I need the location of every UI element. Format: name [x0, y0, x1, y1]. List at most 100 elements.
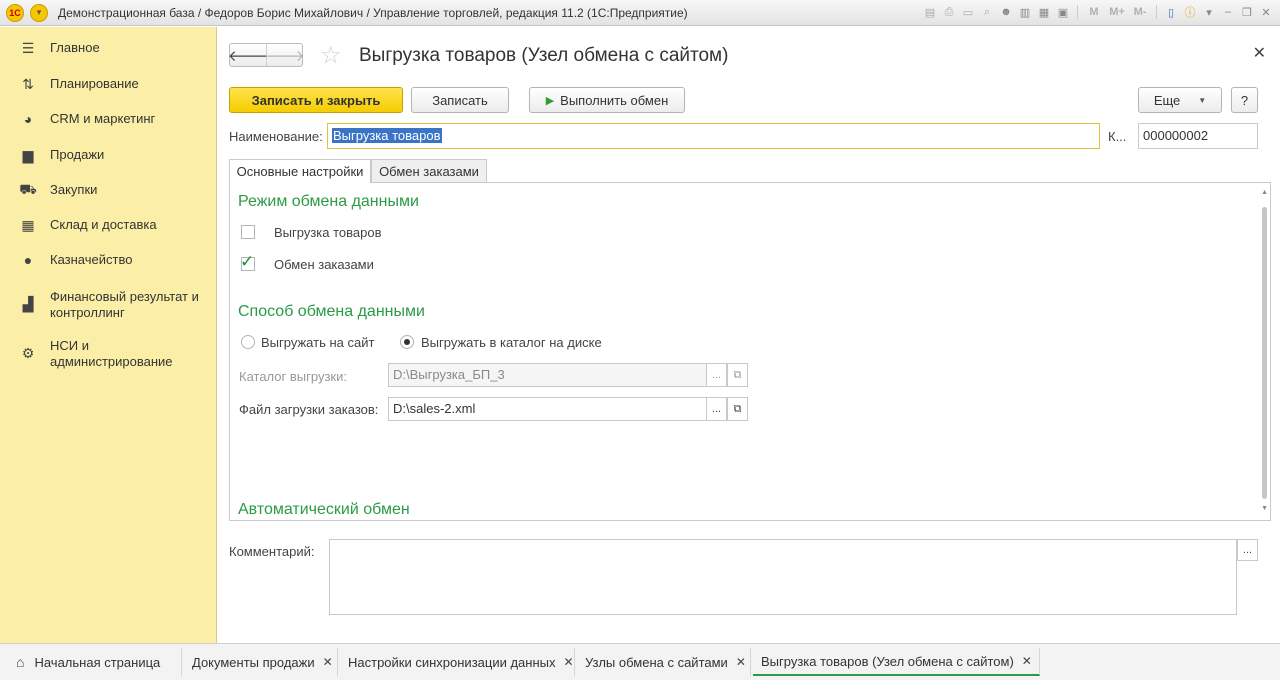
memory-plus-button[interactable]: M+	[1107, 6, 1127, 18]
sidebar-item-crm[interactable]: ◕ CRM и маркетинг	[0, 111, 217, 131]
save-icon[interactable]: ▤	[922, 4, 938, 20]
comment-edit-button[interactable]: ...	[1237, 539, 1258, 561]
ruble-icon: ●	[23, 252, 33, 268]
toolbar-divider	[1077, 5, 1078, 19]
bottom-tab-sync-settings[interactable]: Настройки синхронизации данных ✕	[338, 648, 575, 676]
sidebar-item-main[interactable]: ☰ Главное	[0, 40, 217, 60]
preview-icon[interactable]: ▭	[960, 4, 976, 20]
sidebar-item-treasury[interactable]: ● Казначейство	[0, 252, 217, 272]
memory-minus-button[interactable]: M-	[1130, 6, 1150, 18]
history-buttons: 🡐 🡒	[228, 43, 305, 67]
bottom-tab-label: Узлы обмена с сайтами	[585, 654, 728, 670]
help-button[interactable]: ?	[1231, 87, 1258, 113]
checkmark-icon: ✓	[240, 252, 255, 271]
chevron-down-icon: ▼	[1198, 95, 1207, 105]
sidebar-item-sales[interactable]: ▆ Продажи	[0, 147, 217, 167]
bottom-tab-site-nodes[interactable]: Узлы обмена с сайтами ✕	[575, 648, 751, 676]
section-exchange-method: Способ обмена данными	[238, 303, 425, 320]
name-field-value: Выгрузка товаров	[332, 128, 442, 143]
title-bar: 1C ▾ Демонстрационная база / Федоров Бор…	[0, 0, 1280, 26]
code-field[interactable]: 000000002	[1138, 123, 1258, 149]
run-exchange-button[interactable]: ▶ Выполнить обмен	[529, 87, 685, 113]
find-icon[interactable]: ⌕	[979, 4, 995, 20]
export-goods-label: Выгрузка товаров	[274, 225, 382, 240]
main-menu-icon[interactable]: ▾	[30, 3, 48, 22]
tab-main-settings[interactable]: Основные настройки	[229, 159, 371, 183]
comment-field[interactable]	[329, 539, 1237, 615]
bottom-tab-label: Выгрузка товаров (Узел обмена с сайтом)	[761, 653, 1014, 669]
memory-button[interactable]: M	[1084, 6, 1104, 18]
orders-file-open-icon[interactable]: ⧉	[727, 397, 748, 421]
sidebar-item-label: НСИ и администрирование	[50, 338, 173, 369]
favorite-star-icon[interactable]: ☆	[320, 41, 342, 70]
dropdown-icon[interactable]: ▾	[1201, 4, 1217, 20]
tab-order-exchange[interactable]: Обмен заказами	[371, 159, 487, 182]
save-and-close-button[interactable]: Записать и закрыть	[229, 87, 403, 113]
more-button[interactable]: Еще ▼	[1138, 87, 1222, 113]
back-button[interactable]: 🡐	[228, 44, 268, 66]
export-to-site-radio[interactable]	[241, 335, 255, 349]
calculator-icon[interactable]: ▦	[1036, 4, 1052, 20]
form-area: 🡐 🡒 ☆ Выгрузка товаров (Узел обмена с са…	[218, 27, 1280, 643]
close-form-icon[interactable]: ✕	[1253, 43, 1266, 63]
bottom-tab-home[interactable]: ⌂ Начальная страница	[0, 648, 182, 676]
print-icon[interactable]: ⎙	[941, 4, 957, 20]
warehouse-icon: ▦	[21, 216, 35, 233]
export-to-disk-radio[interactable]	[400, 335, 414, 349]
planning-icon: ⇅	[22, 75, 34, 92]
scroll-up-icon[interactable]: ▲	[1261, 189, 1268, 196]
tab-panel: Режим обмена данными Выгрузка товаров ✓ …	[229, 182, 1271, 521]
close-window-icon[interactable]: ✕	[1258, 4, 1274, 20]
app-logo-icon[interactable]: 1C	[6, 3, 24, 22]
bottom-tab-current-form[interactable]: Выгрузка товаров (Узел обмена с сайтом) …	[753, 648, 1040, 676]
minimize-icon[interactable]: –	[1220, 4, 1236, 20]
close-tab-icon[interactable]: ✕	[1022, 654, 1032, 668]
bag-icon: ▆	[22, 146, 34, 163]
scroll-down-icon[interactable]: ▼	[1261, 505, 1268, 512]
catalog-select-button[interactable]: ...	[706, 363, 727, 387]
export-goods-checkbox[interactable]	[241, 225, 255, 239]
save-button[interactable]: Записать	[411, 87, 509, 113]
sidebar-item-planning[interactable]: ⇅ Планирование	[0, 76, 217, 96]
orders-file-field[interactable]: D:\sales-2.xml	[388, 397, 707, 421]
bar-chart-icon: ▟	[22, 295, 34, 312]
close-tab-icon[interactable]: ✕	[564, 655, 574, 669]
close-tab-icon[interactable]: ✕	[736, 655, 746, 669]
bottom-tab-label: Начальная страница	[34, 654, 161, 670]
window-title: Демонстрационная база / Федоров Борис Ми…	[58, 5, 688, 20]
sidebar-item-label: Финансовый результат и контроллинг	[50, 289, 199, 320]
info-icon[interactable]: ⓘ	[1182, 4, 1198, 20]
sidebar-item-financial[interactable]: ▟ Финансовый результат и контроллинг	[0, 289, 217, 323]
forward-button[interactable]: 🡒	[264, 44, 305, 66]
menu-icon: ☰	[21, 39, 35, 56]
bottom-tab-sales-docs[interactable]: Документы продажи ✕	[182, 648, 338, 676]
toolbar-divider	[1156, 5, 1157, 19]
panels-icon[interactable]: ▯	[1163, 4, 1179, 20]
sidebar-item-warehouse[interactable]: ▦ Склад и доставка	[0, 217, 217, 237]
section-exchange-mode: Режим обмена данными	[238, 193, 419, 210]
sidebar-item-purchases[interactable]: ⛟ Закупки	[0, 181, 217, 202]
sidebar-item-admin[interactable]: ⚙ НСИ и администрирование	[0, 338, 217, 372]
home-icon: ⌂	[16, 654, 25, 670]
catalog-label: Каталог выгрузки:	[239, 369, 347, 384]
name-field[interactable]: Выгрузка товаров	[327, 123, 1100, 149]
catalog-open-icon[interactable]: ⧉	[727, 363, 748, 387]
code-label: К...	[1108, 129, 1127, 144]
printer-icon[interactable]: ▥	[1017, 4, 1033, 20]
pie-chart-icon: ◕	[23, 111, 33, 127]
user-icon[interactable]: ☻	[998, 4, 1014, 20]
close-tab-icon[interactable]: ✕	[323, 655, 333, 669]
sidebar-item-label: Склад и доставка	[50, 217, 157, 232]
scrollbar-thumb[interactable]	[1262, 207, 1267, 499]
catalog-field[interactable]: D:\Выгрузка_БП_3	[388, 363, 707, 387]
sidebar-item-label: Главное	[50, 40, 100, 55]
restore-icon[interactable]: ❐	[1239, 4, 1255, 20]
comment-label: Комментарий:	[229, 544, 315, 559]
section-auto-exchange: Автоматический обмен	[238, 501, 410, 518]
sidebar: ☰ Главное ⇅ Планирование ◕ CRM и маркети…	[0, 27, 217, 643]
radio-selected-dot	[404, 339, 410, 345]
export-to-site-label: Выгружать на сайт	[261, 335, 375, 350]
calendar-icon[interactable]: ▣	[1055, 4, 1071, 20]
scrollbar[interactable]: ▲ ▼	[1259, 183, 1270, 520]
orders-file-select-button[interactable]: ...	[706, 397, 727, 421]
